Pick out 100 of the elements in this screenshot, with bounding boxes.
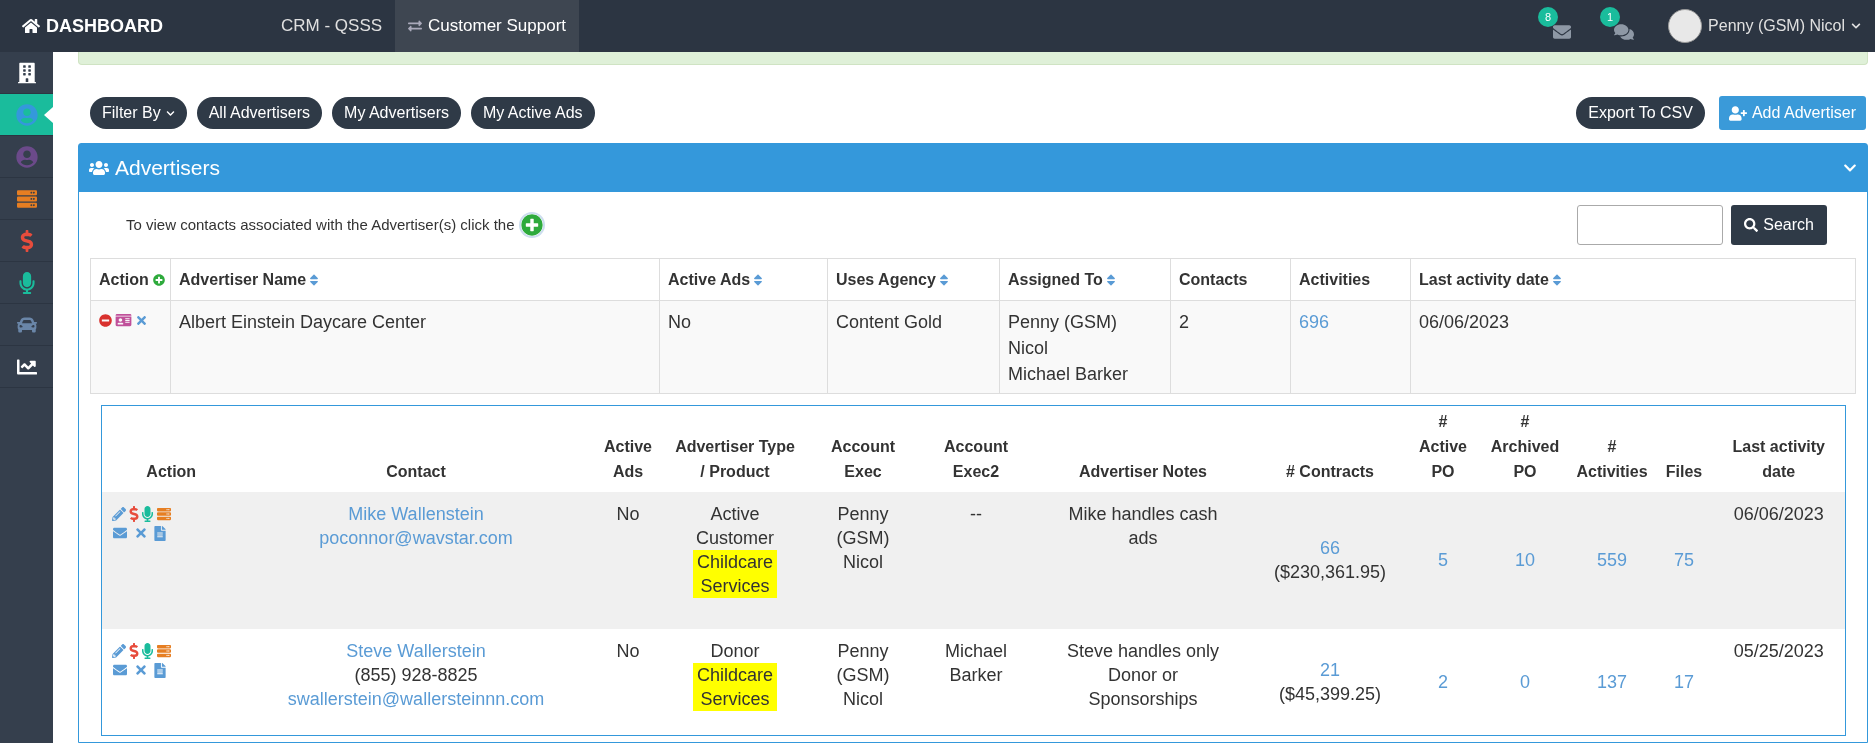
building-icon — [17, 61, 36, 84]
export-button[interactable]: Export To CSV — [1576, 97, 1705, 129]
column-header[interactable]: Uses Agency — [827, 258, 1000, 301]
list-icon[interactable] — [155, 643, 172, 658]
column-header: Contact — [241, 405, 591, 492]
user-icon — [15, 145, 38, 168]
search-field[interactable] — [1577, 205, 1724, 245]
brand-title[interactable]: DASHBOARD — [46, 12, 163, 40]
users-icon — [89, 160, 109, 176]
column-header[interactable]: Assigned To — [999, 258, 1171, 301]
dollar-icon[interactable] — [128, 642, 139, 659]
column-header: Action — [101, 405, 241, 492]
file-icon[interactable] — [153, 662, 166, 678]
chat-icon — [1614, 23, 1635, 41]
delete-icon[interactable] — [135, 313, 148, 327]
filter-button[interactable]: My Active Ads — [470, 97, 595, 129]
archived-po-link[interactable]: 0 — [1520, 671, 1530, 692]
contact-email-link[interactable]: poconnor@wavstar.com — [319, 525, 513, 550]
filter-button[interactable]: My Advertisers — [332, 97, 461, 129]
contracts-amount: ($230,361.95) — [1273, 561, 1387, 584]
add-user-icon — [1728, 105, 1747, 121]
collapse-icon[interactable] — [99, 313, 112, 327]
active-pointer — [44, 107, 53, 123]
notification-badge: 1 — [1600, 7, 1621, 27]
caret-icon — [1851, 21, 1861, 31]
mail-icon[interactable] — [111, 526, 128, 540]
activities-link[interactable]: 696 — [1299, 312, 1330, 332]
files-link[interactable]: 17 — [1674, 671, 1694, 692]
archived-po-link[interactable]: 10 — [1515, 550, 1535, 570]
column-header: Contacts — [1170, 258, 1291, 301]
contact-name-link[interactable]: Mike Wallenstein — [348, 501, 484, 526]
search-icon — [1744, 218, 1759, 232]
panel-title: Advertisers — [115, 155, 222, 182]
microphone-icon[interactable] — [141, 505, 153, 522]
column-header: Advertiser Type / Product — [665, 405, 805, 492]
files-link[interactable]: 75 — [1674, 550, 1694, 570]
table-cell: No — [659, 300, 828, 394]
edit-icon[interactable] — [111, 643, 126, 658]
contact-phone: (855) 928-8825 — [354, 663, 478, 687]
swap-icon — [408, 19, 423, 33]
nav-tab[interactable]: Customer Support — [395, 0, 579, 52]
file-icon[interactable] — [153, 525, 166, 541]
column-header: Last activity date — [1713, 405, 1845, 492]
active-po-link[interactable]: 2 — [1438, 671, 1448, 692]
assignee-name: Michael Barker — [1008, 363, 1130, 386]
advertiser-type: Active Customer — [695, 502, 775, 550]
table-cell: Albert Einstein Daycare Center — [170, 300, 660, 394]
active-po-link[interactable]: 5 — [1438, 550, 1448, 570]
hint-text: To view contacts associated with the Advertiser(s) click the — [126, 214, 515, 235]
column-header[interactable]: Last activity date — [1410, 258, 1856, 301]
column-header: Files — [1655, 405, 1713, 492]
column-header: Action — [90, 258, 171, 301]
mail-icon — [1552, 23, 1573, 41]
column-header[interactable]: Active Ads — [659, 258, 828, 301]
nav-tab[interactable]: CRM - QSSS — [268, 0, 396, 52]
column-header: # Archived PO — [1481, 405, 1569, 492]
add-advertiser-button[interactable]: Add Advertiser — [1718, 96, 1866, 130]
dollar-icon[interactable] — [128, 505, 139, 522]
column-header: Account Exec — [805, 405, 921, 492]
filter-button[interactable]: All Advertisers — [196, 97, 323, 129]
table-cell: 06/06/2023 — [1713, 491, 1845, 629]
home-icon — [22, 17, 40, 35]
column-header: # Activities — [1569, 405, 1655, 492]
account-exec: Penny (GSM) Nicol — [835, 502, 891, 574]
activities-link[interactable]: 559 — [1596, 550, 1627, 570]
table-cell: 05/25/2023 — [1713, 628, 1845, 736]
sidebar-item[interactable] — [0, 94, 53, 136]
contact-email-link[interactable]: swallerstein@wallersteinnn.com — [287, 686, 545, 711]
table-cell: 06/06/2023 — [1410, 300, 1856, 394]
avatar — [1668, 9, 1703, 43]
activities-link[interactable]: 137 — [1596, 671, 1627, 692]
contracts-link[interactable]: 66 — [1320, 536, 1340, 560]
caret-icon — [165, 108, 175, 118]
product-label: Childcare Services — [693, 549, 777, 598]
contact-name-link[interactable]: Steve Wallerstein — [346, 638, 486, 663]
list-icon[interactable] — [155, 506, 172, 521]
list-icon — [15, 188, 38, 209]
filter-dropdown[interactable]: Filter By — [90, 97, 187, 129]
notification-badge: 8 — [1538, 7, 1559, 27]
mail-icon[interactable] — [111, 663, 128, 677]
expand-all-icon[interactable] — [152, 274, 165, 287]
microphone-icon[interactable] — [141, 642, 153, 659]
advertiser-notes: Steve handles only Donor or Sponsorships — [1065, 639, 1221, 711]
column-header: Active Ads — [591, 405, 665, 492]
column-header: Advertiser Notes — [1031, 405, 1255, 492]
user-icon — [15, 103, 38, 126]
delete-icon[interactable] — [133, 526, 148, 540]
contracts-amount: ($45,399.25) — [1278, 682, 1382, 706]
column-header: # Active PO — [1405, 405, 1481, 492]
search-button[interactable]: Search — [1731, 205, 1827, 245]
user-menu[interactable]: Penny (GSM) Nicol — [1668, 9, 1861, 43]
column-header[interactable]: Advertiser Name — [170, 258, 660, 301]
column-header: # Contracts — [1255, 405, 1405, 492]
delete-icon[interactable] — [133, 663, 148, 677]
assignee-name: Penny (GSM) Nicol — [1008, 311, 1119, 360]
column-header: Activities — [1290, 258, 1411, 301]
edit-icon[interactable] — [111, 506, 126, 521]
advertiser-notes: Mike handles cash ads — [1067, 502, 1219, 550]
contact-card-icon[interactable] — [115, 313, 132, 327]
contracts-link[interactable]: 21 — [1320, 657, 1340, 682]
